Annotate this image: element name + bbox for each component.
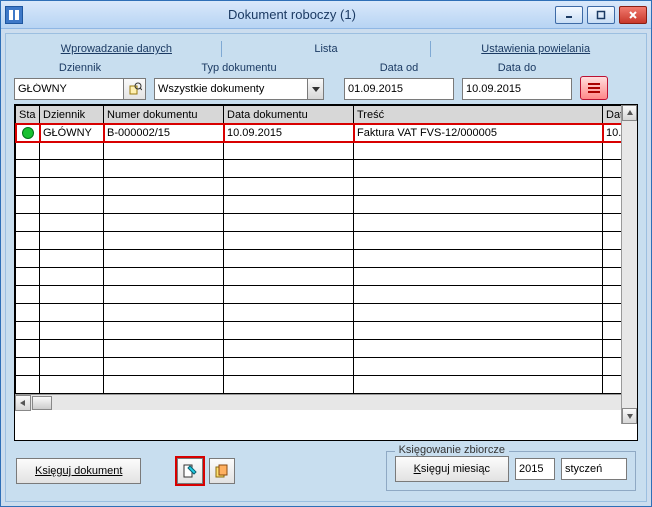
window-title: Dokument roboczy (1) (29, 7, 555, 22)
cell-dziennik: GŁÓWNY (40, 124, 104, 142)
grid-table: Sta Dziennik Numer dokumentu Data dokume… (15, 105, 637, 394)
close-button[interactable] (619, 6, 647, 24)
tab-settings[interactable]: Ustawienia powielania (431, 38, 640, 60)
horizontal-scrollbar[interactable] (15, 394, 637, 410)
filter-typ-input[interactable] (158, 79, 304, 99)
batch-fieldset: Księgowanie zbiorcze Księguj miesiąc (386, 451, 636, 491)
filter-data-do-label: Data do (462, 62, 572, 78)
filter-dziennik-label: Dziennik (14, 62, 146, 78)
table-row[interactable] (16, 286, 637, 304)
table-row[interactable] (16, 142, 637, 160)
minimize-button[interactable] (555, 6, 583, 24)
filter-typ: Typ dokumentu (154, 62, 324, 100)
year-select (515, 458, 555, 480)
vertical-scrollbar[interactable] (621, 105, 637, 424)
refresh-button[interactable] (580, 76, 608, 100)
copy-icon-button[interactable] (209, 458, 235, 484)
table-row[interactable] (16, 250, 637, 268)
month-select (561, 458, 627, 480)
table-row[interactable] (16, 214, 637, 232)
table-row[interactable] (16, 340, 637, 358)
table-row[interactable] (16, 232, 637, 250)
table-row[interactable] (16, 178, 637, 196)
table-row[interactable] (16, 196, 637, 214)
maximize-button[interactable] (587, 6, 615, 24)
titlebar: Dokument roboczy (1) (1, 1, 651, 29)
table-row[interactable] (16, 304, 637, 322)
filter-typ-label: Typ dokumentu (154, 62, 324, 78)
tab-input[interactable]: Wprowadzanie danych (12, 38, 221, 60)
scroll-down-icon[interactable] (622, 408, 637, 424)
table-row[interactable] (16, 358, 637, 376)
ksieguj-miesiac-button[interactable]: Księguj miesiąc (395, 456, 509, 482)
filter-data-od-input[interactable] (348, 79, 450, 99)
filter-typ-dropdown[interactable] (308, 78, 324, 100)
filter-data-do-input[interactable] (466, 79, 568, 99)
filter-typ-control (154, 78, 324, 100)
scroll-up-icon[interactable] (622, 105, 637, 121)
filter-dziennik-input[interactable] (18, 79, 120, 99)
edit-icon-button[interactable] (177, 458, 203, 484)
year-input[interactable] (519, 459, 551, 479)
col-status[interactable]: Sta (16, 106, 40, 124)
client-area: Wprowadzanie danych Lista Ustawienia pow… (5, 33, 647, 502)
batch-legend: Księgowanie zbiorcze (395, 444, 509, 456)
filter-data-od-label: Data od (344, 62, 454, 78)
tab-bar: Wprowadzanie danych Lista Ustawienia pow… (12, 38, 640, 60)
filter-dziennik: Dziennik (14, 62, 146, 100)
status-dot-icon (22, 127, 34, 139)
scroll-track[interactable] (622, 121, 637, 408)
col-numer[interactable]: Numer dokumentu (104, 106, 224, 124)
month-input[interactable] (565, 459, 623, 479)
window-buttons (555, 6, 647, 24)
cell-numer: B-000002/15 (104, 124, 224, 142)
ksieguj-dokument-button[interactable]: Księguj dokument (16, 458, 141, 484)
col-dziennik[interactable]: Dziennik (40, 106, 104, 124)
filter-data-do: Data do (462, 62, 572, 100)
col-data-dok[interactable]: Data dokumentu (224, 106, 354, 124)
filter-data-od: Data od (344, 62, 454, 100)
scroll-track[interactable] (52, 395, 621, 410)
data-grid: Sta Dziennik Numer dokumentu Data dokume… (14, 104, 638, 441)
table-row[interactable]: GŁÓWNYB-000002/1510.09.2015Faktura VAT F… (16, 124, 637, 142)
scroll-left-icon[interactable] (15, 395, 31, 411)
table-row[interactable] (16, 376, 637, 394)
table-row[interactable] (16, 322, 637, 340)
table-row[interactable] (16, 160, 637, 178)
tab-list[interactable]: Lista (222, 38, 431, 60)
cell-data-dok: 10.09.2015 (224, 124, 354, 142)
table-row[interactable] (16, 268, 637, 286)
window: Dokument roboczy (1) Wprowadzanie danych… (0, 0, 652, 507)
bottom-bar: Księguj dokument Księgowanie zbiorcze Ks… (6, 445, 646, 501)
filter-dziennik-picker[interactable] (124, 78, 146, 100)
col-tresc[interactable]: Treść (354, 106, 603, 124)
cell-tresc: Faktura VAT FVS-12/000005 (354, 124, 603, 142)
grid-header-row: Sta Dziennik Numer dokumentu Data dokume… (16, 106, 637, 124)
filter-dziennik-control (14, 78, 146, 100)
scroll-thumb[interactable] (32, 396, 52, 410)
app-icon (5, 6, 23, 24)
filter-bar: Dziennik Typ dokumentu Data od (6, 62, 646, 104)
